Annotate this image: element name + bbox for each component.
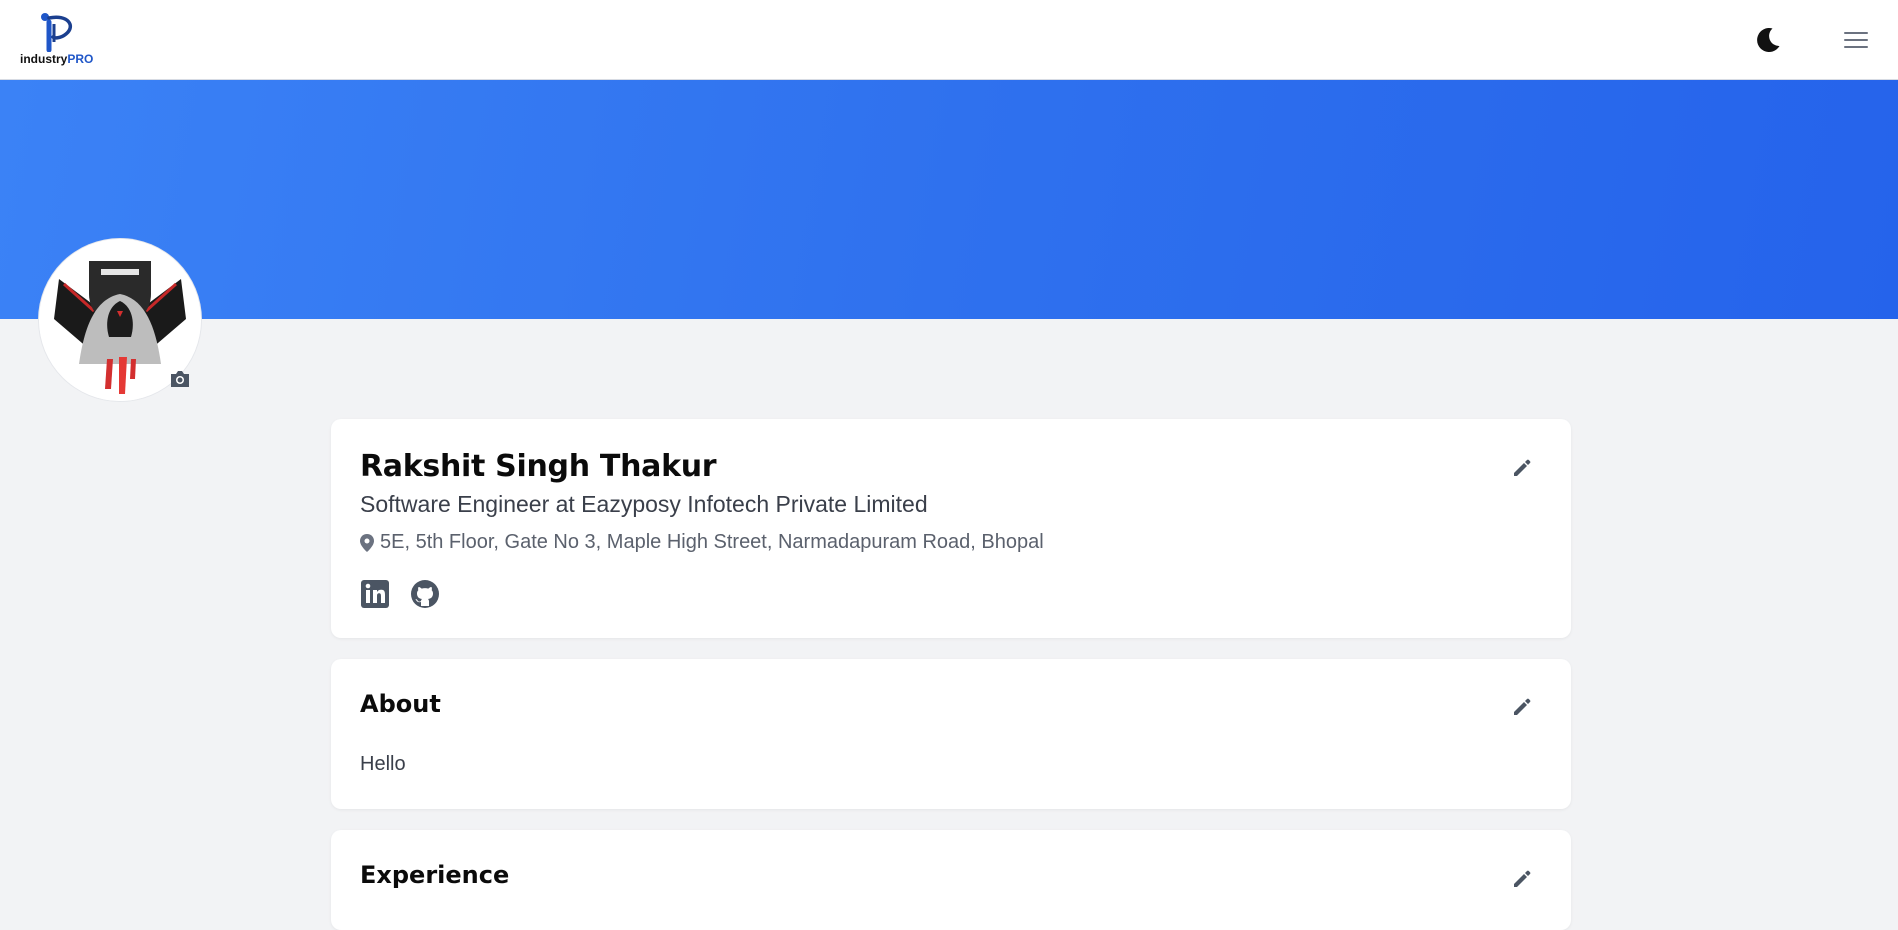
moon-icon[interactable] xyxy=(1752,24,1784,56)
about-title: About xyxy=(360,690,441,718)
experience-card: Experience xyxy=(331,830,1571,930)
about-text: Hello xyxy=(360,753,406,775)
camera-icon[interactable] xyxy=(169,369,191,389)
profile-location: 5E, 5th Floor, Gate No 3, Maple High Str… xyxy=(360,531,1044,554)
logo-text-pro: PRO xyxy=(67,52,94,66)
top-navbar: industryPRO xyxy=(0,0,1898,80)
edit-profile-pencil-icon[interactable] xyxy=(1510,456,1534,480)
edit-experience-pencil-icon[interactable] xyxy=(1510,867,1534,891)
linkedin-icon[interactable] xyxy=(360,579,390,609)
logo-text: industryPRO xyxy=(20,52,93,66)
profile-location-text: 5E, 5th Floor, Gate No 3, Maple High Str… xyxy=(380,531,1044,553)
logo-mark-icon xyxy=(41,13,72,52)
location-pin-icon xyxy=(360,533,374,552)
hamburger-menu-icon[interactable] xyxy=(1842,26,1870,54)
profile-name: Rakshit Singh Thakur xyxy=(360,449,717,484)
profile-card: Rakshit Singh Thakur Software Engineer a… xyxy=(331,419,1571,638)
logo-text-industry: industry xyxy=(20,52,68,66)
industrypro-logo[interactable]: industryPRO xyxy=(20,12,100,68)
experience-title: Experience xyxy=(360,861,510,889)
profile-banner xyxy=(0,80,1898,319)
github-icon[interactable] xyxy=(410,579,440,609)
social-links xyxy=(360,579,440,609)
edit-about-pencil-icon[interactable] xyxy=(1510,695,1534,719)
profile-headline: Software Engineer at Eazyposy Infotech P… xyxy=(360,491,928,517)
about-card: About Hello xyxy=(331,659,1571,809)
